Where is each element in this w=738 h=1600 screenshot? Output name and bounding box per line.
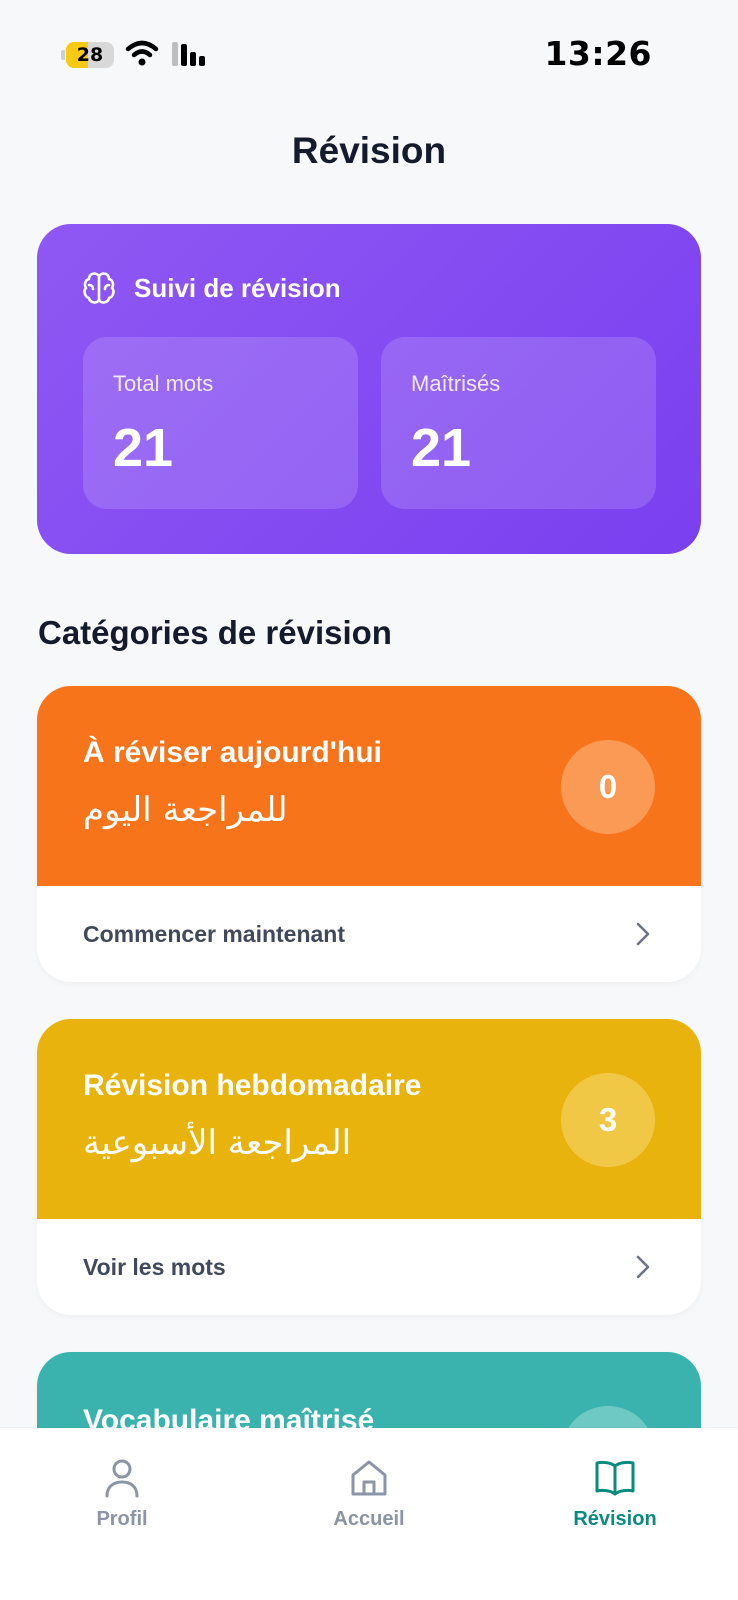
home-icon <box>351 1460 387 1496</box>
chevron-right-icon <box>636 1255 650 1279</box>
category-header: Révision hebdomadaire المراجعة الأسبوعية… <box>37 1019 701 1219</box>
action-label: Commencer maintenant <box>83 920 346 947</box>
category-review-today[interactable]: À réviser aujourd'hui للمراجعة اليوم 0 C… <box>37 686 701 982</box>
category-title-arabic: المراجعة الأسبوعية <box>83 1123 352 1163</box>
total-words-stat: Total mots 21 <box>83 337 358 509</box>
battery-level: 28 <box>76 44 104 66</box>
nav-accueil[interactable]: Accueil <box>289 1458 449 1531</box>
category-title-arabic: للمراجعة اليوم <box>83 790 288 830</box>
stat-label: Total mots <box>113 371 214 396</box>
category-title: Révision hebdomadaire <box>83 1069 422 1102</box>
nav-label: Accueil <box>333 1508 405 1530</box>
battery-indicator: 28 <box>66 42 114 68</box>
bottom-nav: Profil Accueil Révision <box>0 1428 738 1600</box>
categories-section-title: Catégories de révision <box>38 614 392 651</box>
category-title: À réviser aujourd'hui <box>83 736 382 769</box>
nav-label: Profil <box>96 1508 148 1530</box>
tracker-header: Suivi de révision <box>81 270 341 306</box>
stat-value: 21 <box>411 418 472 478</box>
view-words-button[interactable]: Voir les mots <box>37 1219 701 1315</box>
action-label: Voir les mots <box>83 1253 226 1280</box>
nav-profil[interactable]: Profil <box>42 1458 202 1531</box>
brain-icon <box>83 272 115 304</box>
book-icon <box>595 1460 635 1496</box>
page-title: Révision <box>291 130 447 171</box>
category-count-badge: 0 <box>561 740 655 834</box>
wifi-icon <box>125 40 159 66</box>
chevron-right-icon <box>636 922 650 946</box>
start-now-button[interactable]: Commencer maintenant <box>37 886 701 982</box>
revision-screen: 28 13:26 Révision Suivi de révision Tota… <box>0 0 738 1600</box>
person-icon <box>105 1459 139 1498</box>
signal-icon <box>172 42 205 66</box>
category-header: À réviser aujourd'hui للمراجعة اليوم 0 <box>37 686 701 886</box>
status-bar: 28 13:26 <box>0 0 738 110</box>
battery-nub <box>61 50 65 60</box>
nav-revision[interactable]: Révision <box>535 1458 695 1531</box>
category-weekly-review[interactable]: Révision hebdomadaire المراجعة الأسبوعية… <box>37 1019 701 1315</box>
revision-tracker-card: Suivi de révision Total mots 21 Maîtrisé… <box>37 224 701 554</box>
category-count-badge: 3 <box>561 1073 655 1167</box>
mastered-words-stat: Maîtrisés 21 <box>381 337 656 509</box>
clock: 13:26 <box>544 34 652 73</box>
nav-label: Révision <box>573 1508 657 1530</box>
tracker-title: Suivi de révision <box>134 272 341 303</box>
stat-label: Maîtrisés <box>411 371 501 396</box>
stat-value: 21 <box>113 418 174 478</box>
